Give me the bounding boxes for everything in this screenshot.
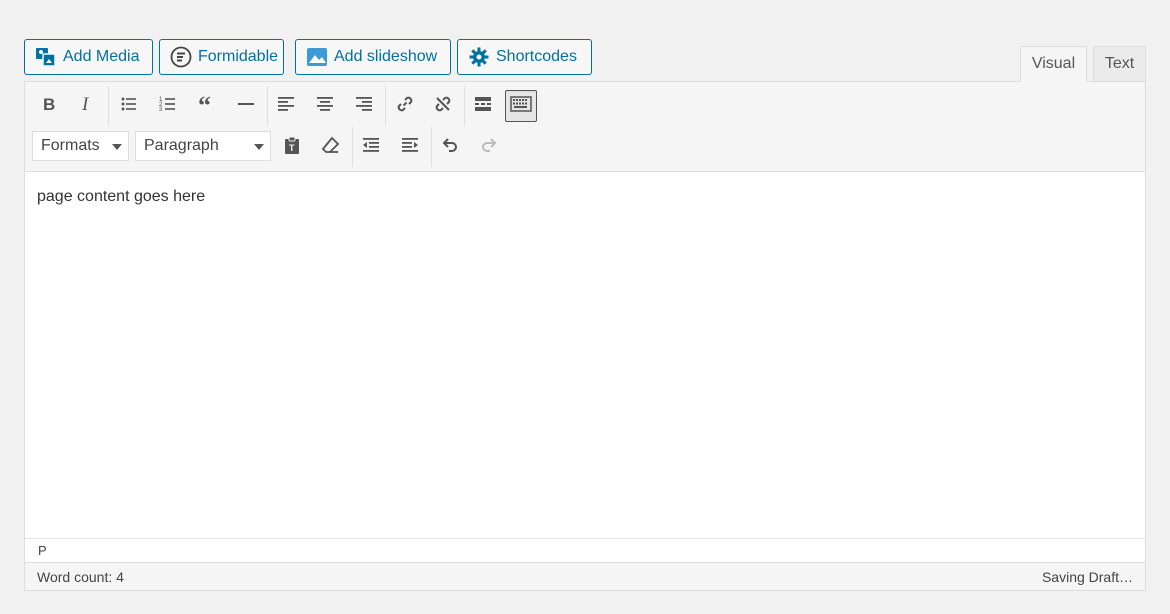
shortcodes-button[interactable]: Shortcodes: [457, 39, 592, 75]
read-more-button[interactable]: [467, 90, 499, 122]
italic-icon: I: [77, 94, 97, 119]
numbered-list-button[interactable]: 123: [152, 90, 184, 122]
remove-link-button[interactable]: [427, 90, 459, 122]
slideshow-icon: [306, 46, 328, 68]
toolbar-row-1: B I 123 “: [25, 86, 1145, 126]
insert-link-button[interactable]: [389, 90, 421, 122]
align-center-button[interactable]: [309, 90, 341, 122]
svg-text:3: 3: [159, 107, 163, 113]
svg-text:“: “: [198, 94, 211, 114]
formidable-button[interactable]: Formidable: [159, 39, 284, 75]
formats-select-value: Formats: [41, 137, 100, 154]
remove-link-icon: [433, 94, 453, 119]
outdent-icon: [361, 135, 381, 160]
undo-button[interactable]: [434, 131, 466, 163]
align-right-button[interactable]: [348, 90, 380, 122]
add-media-button[interactable]: Add Media: [24, 39, 153, 75]
numbered-list-icon: 123: [158, 94, 178, 119]
chevron-down-icon: [112, 144, 122, 150]
formidable-label: Formidable: [198, 48, 279, 65]
gear-icon: [468, 46, 490, 68]
shortcodes-label: Shortcodes: [496, 48, 577, 65]
bold-button[interactable]: B: [33, 90, 65, 122]
element-path[interactable]: P: [38, 543, 47, 558]
redo-button[interactable]: [473, 131, 505, 163]
toolbar-row-2: Formats Paragraph T: [25, 127, 1145, 167]
read-more-icon: [473, 94, 493, 119]
tab-visual[interactable]: Visual: [1020, 46, 1087, 82]
tab-text-label: Text: [1104, 55, 1135, 72]
align-center-icon: [315, 94, 335, 119]
svg-text:I: I: [81, 94, 90, 114]
tab-text[interactable]: Text: [1093, 46, 1146, 82]
paste-as-text-icon: T: [282, 135, 302, 160]
toolbar-separator: [464, 86, 465, 126]
element-path-bar: P: [25, 538, 1145, 562]
toolbar-separator: [352, 127, 353, 167]
toolbar-toggle-icon: [510, 94, 532, 119]
undo-icon: [440, 135, 460, 160]
insert-link-icon: [395, 94, 415, 119]
editor-content[interactable]: page content goes here: [37, 188, 205, 206]
formidable-icon: [170, 46, 192, 68]
add-media-label: Add Media: [63, 48, 140, 65]
bulleted-list-button[interactable]: [113, 90, 145, 122]
indent-icon: [400, 135, 420, 160]
chevron-down-icon: [254, 144, 264, 150]
add-slideshow-button[interactable]: Add slideshow: [295, 39, 451, 75]
editor-status-bar: Word count: 4 Saving Draft…: [25, 562, 1145, 590]
svg-text:T: T: [289, 143, 295, 153]
paste-as-text-button[interactable]: T: [276, 131, 308, 163]
paragraph-select-value: Paragraph: [144, 137, 219, 154]
horizontal-line-icon: [236, 94, 256, 119]
toolbar-toggle-button[interactable]: [505, 90, 537, 122]
tab-visual-label: Visual: [1031, 55, 1076, 72]
italic-button[interactable]: I: [71, 90, 103, 122]
bulleted-list-icon: [119, 94, 139, 119]
word-count: Word count: 4: [37, 568, 124, 585]
eraser-icon: [321, 135, 341, 160]
toolbar-separator: [267, 86, 268, 126]
toolbar-separator: [431, 127, 432, 167]
clear-formatting-button[interactable]: [315, 131, 347, 163]
toolbar-separator: [385, 86, 386, 126]
indent-button[interactable]: [394, 131, 426, 163]
add-slideshow-label: Add slideshow: [334, 48, 438, 65]
blockquote-button[interactable]: “: [191, 90, 223, 122]
toolbar-separator: [108, 86, 109, 126]
align-left-button[interactable]: [270, 90, 302, 122]
media-icon: [35, 46, 57, 68]
editor-toolbar: B I 123 “ Formats Paragraph T: [25, 82, 1145, 172]
outdent-button[interactable]: [355, 131, 387, 163]
paragraph-select[interactable]: Paragraph: [135, 131, 271, 161]
bold-icon: B: [39, 94, 59, 119]
blockquote-icon: “: [197, 91, 217, 120]
align-right-icon: [354, 94, 374, 119]
align-left-icon: [276, 94, 296, 119]
redo-icon: [479, 135, 499, 160]
formats-select[interactable]: Formats: [32, 131, 129, 161]
horizontal-line-button[interactable]: [230, 90, 262, 122]
save-status: Saving Draft…: [1041, 568, 1133, 585]
editor-container: B I 123 “ Formats Paragraph T page conte…: [24, 81, 1146, 591]
svg-text:B: B: [43, 95, 55, 114]
